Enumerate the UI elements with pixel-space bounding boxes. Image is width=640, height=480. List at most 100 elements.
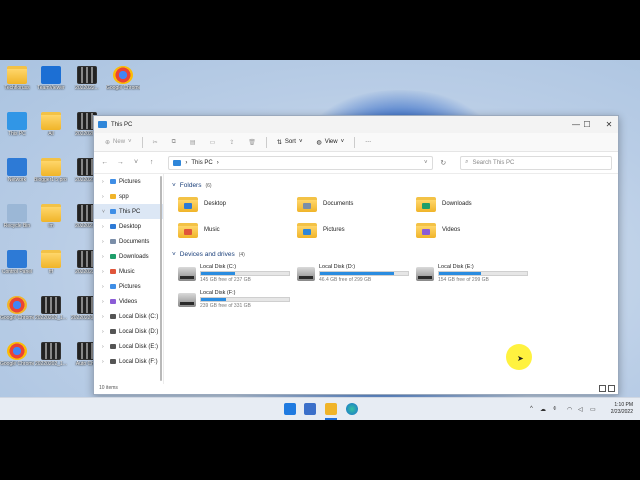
chevron-right-icon[interactable]: › xyxy=(102,269,107,275)
nav-item[interactable]: › Desktop xyxy=(94,219,163,234)
folder-item[interactable]: Music xyxy=(178,221,297,239)
nav-item[interactable]: ˅ This PC xyxy=(94,204,163,219)
nav-item[interactable]: › Pictures xyxy=(94,174,163,189)
chevron-down-icon[interactable]: ˅ xyxy=(102,209,107,215)
desktop-icon[interactable]: All xyxy=(34,112,68,137)
chevron-right-icon[interactable]: › xyxy=(102,179,107,185)
drive-free-space: 46.4 GB free of 299 GB xyxy=(319,277,372,283)
desktop-icon-label: All xyxy=(48,131,54,137)
recent-dropdown-icon[interactable]: ˅ xyxy=(131,159,141,166)
nav-scrollbar[interactable] xyxy=(160,176,162,381)
nav-item[interactable]: › Local Disk (C:) xyxy=(94,309,163,324)
file-explorer-window[interactable]: This PC — ☐ ✕ ⊕ New ˅ ✂ ⧉ ▤ ▭ ⇪ 🗑 ⇅ Sort ˅ ◍… xyxy=(93,115,619,395)
chevron-right-icon[interactable]: › xyxy=(102,299,107,305)
folder-item[interactable]: Pictures xyxy=(297,221,416,239)
tray-overflow-icon[interactable]: ^ xyxy=(530,406,533,412)
desktop-icon[interactable]: Techfloruss xyxy=(0,66,34,91)
desktop-icon[interactable]: This PC xyxy=(0,112,34,137)
desktop-icon[interactable]: Google Chrome xyxy=(0,342,34,367)
desktop-icon[interactable]: im xyxy=(34,204,68,229)
forward-arrow-icon[interactable]: → xyxy=(116,159,126,166)
breadcrumb-this-pc[interactable]: This PC xyxy=(191,160,212,166)
desktop-icon[interactable]: 20220202_1... xyxy=(34,296,68,321)
new-button[interactable]: ⊕ New ˅ xyxy=(101,137,136,148)
nav-item[interactable]: › Music xyxy=(94,264,163,279)
nav-item[interactable]: › Local Disk (E:) xyxy=(94,339,163,354)
desktop-icon[interactable]: 20220202_1... xyxy=(34,342,68,367)
chevron-right-icon[interactable]: › xyxy=(102,329,107,335)
volume-icon[interactable]: ◁ xyxy=(578,406,583,413)
tiles-view-icon[interactable] xyxy=(608,385,615,392)
desktop-icon[interactable]: fff xyxy=(34,250,68,275)
back-arrow-icon[interactable]: ← xyxy=(100,159,110,166)
desktop-icon[interactable]: 2022022... xyxy=(70,66,104,91)
delete-button[interactable]: 🗑 xyxy=(244,137,260,148)
chevron-right-icon[interactable]: › xyxy=(102,359,107,365)
nav-item[interactable]: › Downloads xyxy=(94,249,163,264)
drive-item[interactable]: Local Disk (F:) 239 GB free of 331 GB xyxy=(178,290,297,310)
close-button[interactable]: ✕ xyxy=(598,116,620,133)
share-button[interactable]: ⇪ xyxy=(225,137,238,148)
more-options-button[interactable]: ··· xyxy=(361,137,375,147)
drive-item[interactable]: Local Disk (C:) 145 GB free of 237 GB xyxy=(178,264,297,284)
sort-button[interactable]: ⇅ Sort ˅ xyxy=(273,137,307,148)
desktop-icon[interactable]: Blogger1 5 pro 2020 xyxy=(34,158,68,183)
folder-item[interactable]: Downloads xyxy=(416,195,535,213)
refresh-icon[interactable]: ↻ xyxy=(439,159,449,167)
folder-glyph xyxy=(303,228,311,235)
desktop-icon-label: Techfloruss xyxy=(4,85,30,91)
microphone-icon[interactable]: ⌽ xyxy=(553,406,557,413)
chevron-right-icon[interactable]: › xyxy=(102,344,107,350)
view-button[interactable]: ◍ View ˅ xyxy=(312,137,348,148)
chevron-right-icon[interactable]: › xyxy=(102,254,107,260)
breadcrumb-separator[interactable]: › xyxy=(217,160,219,166)
nav-item[interactable]: › Local Disk (D:) xyxy=(94,324,163,339)
nav-item[interactable]: › Documents xyxy=(94,234,163,249)
cp-icon xyxy=(7,250,27,268)
breadcrumb-separator[interactable]: › xyxy=(185,160,187,166)
maximize-button[interactable]: ☐ xyxy=(576,116,598,133)
nav-item[interactable]: › spp xyxy=(94,189,163,204)
folders-section-header[interactable]: ˅ Folders (6) xyxy=(172,180,612,191)
drives-section-header[interactable]: ˅ Devices and drives (4) xyxy=(172,249,612,260)
chevron-right-icon[interactable]: › xyxy=(102,239,107,245)
desktop-icon[interactable]: Control Panel xyxy=(0,250,34,275)
clock[interactable]: 1:10 PM 2/23/2022 xyxy=(611,402,633,416)
desktop-icon[interactable]: Network xyxy=(0,158,34,183)
chevron-right-icon[interactable]: › xyxy=(102,224,107,230)
address-bar[interactable]: › This PC › ˅ xyxy=(168,155,433,170)
nav-item[interactable]: › Videos xyxy=(94,294,163,309)
chevron-right-icon[interactable]: › xyxy=(102,194,107,200)
folder-item[interactable]: Documents xyxy=(297,195,416,213)
copy-button[interactable]: ⧉ xyxy=(168,137,180,148)
paste-button[interactable]: ▤ xyxy=(186,137,200,148)
drive-item[interactable]: Local Disk (D:) 46.4 GB free of 299 GB xyxy=(297,264,416,284)
details-view-icon[interactable] xyxy=(599,385,606,392)
cut-button[interactable]: ✂ xyxy=(149,137,162,148)
drive-item[interactable]: Local Disk (E:) 154 GB free of 299 GB xyxy=(416,264,535,284)
desktop-icon[interactable]: Recycle Bin xyxy=(0,204,34,229)
start-button-icon[interactable] xyxy=(284,403,296,415)
up-arrow-icon[interactable]: ↑ xyxy=(147,159,157,166)
rename-button[interactable]: ▭ xyxy=(206,137,220,148)
nav-item[interactable]: › Pictures xyxy=(94,279,163,294)
nav-item[interactable]: › Local Disk (F:) xyxy=(94,354,163,369)
folder-item[interactable]: Desktop xyxy=(178,195,297,213)
chevron-right-icon[interactable]: › xyxy=(102,284,107,290)
title-bar[interactable]: This PC — ☐ ✕ xyxy=(94,116,618,133)
battery-icon[interactable]: ▭ xyxy=(590,406,596,413)
edge-browser-icon[interactable] xyxy=(346,403,358,415)
desktop-icon[interactable]: Google Chrome xyxy=(106,66,140,91)
desktop-icon-label: fff xyxy=(49,269,53,275)
search-box[interactable]: ⌕ Search This PC xyxy=(460,155,613,170)
chevron-right-icon[interactable]: › xyxy=(102,314,107,320)
desktop-icon[interactable]: Google Chrome Dev xyxy=(0,296,34,321)
folder-item[interactable]: Videos xyxy=(416,221,535,239)
desktop-icon-label: 2022022... xyxy=(75,85,99,91)
wifi-icon[interactable]: ◠ xyxy=(567,406,572,413)
widgets-icon[interactable] xyxy=(304,403,316,415)
file-explorer-taskbar-icon[interactable] xyxy=(325,403,337,415)
onedrive-icon[interactable]: ☁ xyxy=(540,406,546,413)
address-dropdown-icon[interactable]: ˅ xyxy=(424,160,428,166)
desktop-icon[interactable]: TeamViewer xyxy=(34,66,68,91)
